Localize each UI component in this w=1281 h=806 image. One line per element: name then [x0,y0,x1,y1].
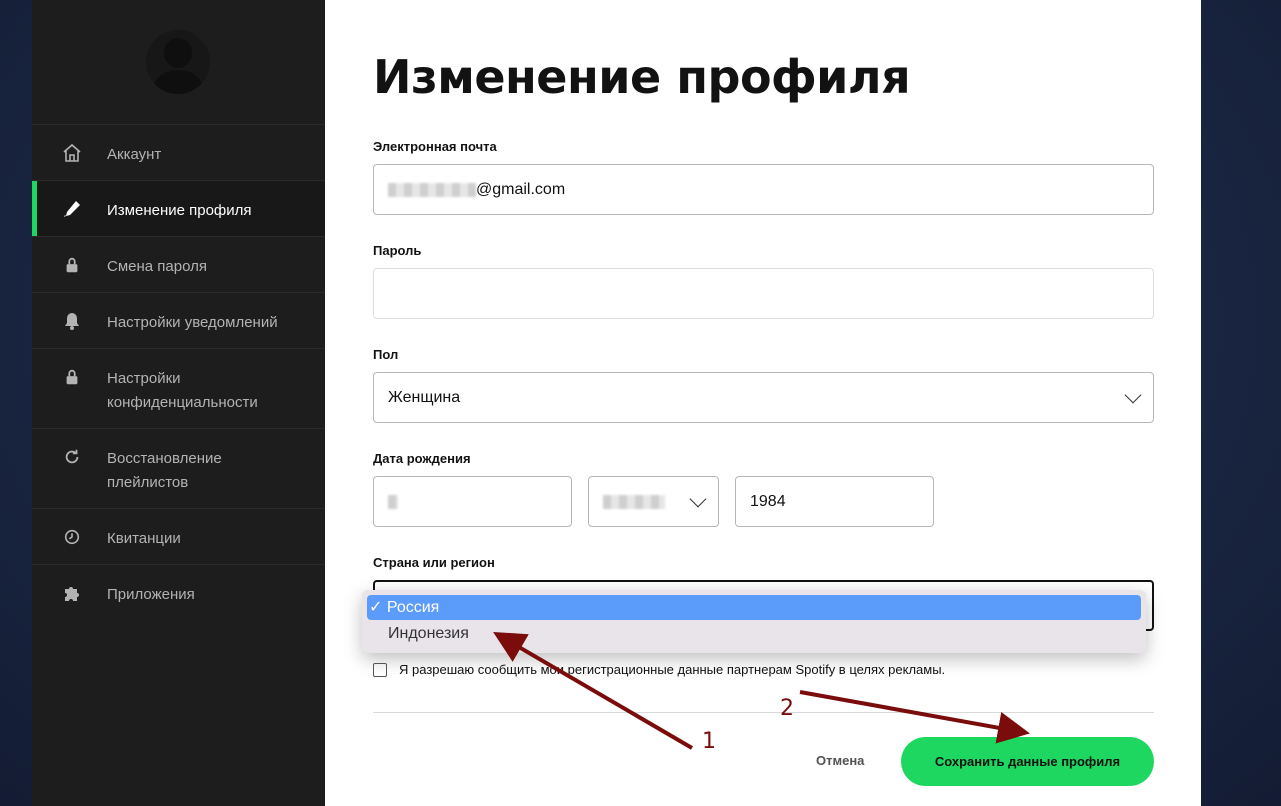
divider [373,712,1154,713]
consent-checkbox[interactable] [373,662,387,677]
email-label: Электронная почта [373,139,497,154]
sidebar-item-account[interactable]: Аккаунт [32,124,325,180]
email-value: @gmail.com [476,180,566,198]
birth-day-redacted [388,494,398,509]
birth-month-select[interactable] [588,476,719,527]
sidebar-item-apps[interactable]: Приложения [32,564,325,620]
option-label: Индонезия [388,625,469,642]
page-title: Изменение профиля [373,50,911,104]
sidebar-item-label: Аккаунт [107,146,162,163]
sidebar-item-edit-profile[interactable]: Изменение профиля [32,180,325,236]
refresh-icon [62,447,82,467]
birth-year-value: 1984 [750,492,786,510]
puzzle-icon [62,583,82,603]
cancel-button[interactable]: Отмена [816,753,864,768]
save-profile-button[interactable]: Сохранить данные профиля [901,737,1154,786]
avatar-head-shape [164,38,192,68]
gender-select[interactable]: Женщина [373,372,1154,423]
sidebar-item-label: Квитанции [107,530,181,547]
home-icon [62,143,82,163]
avatar[interactable] [146,30,210,94]
password-field[interactable] [373,268,1154,319]
pen-icon [62,199,82,219]
sidebar-item-notifications[interactable]: Настройки уведомлений [32,292,325,348]
sidebar: Аккаунт Изменение профиля Смена пароля Н… [32,0,325,806]
birthdate-label: Дата рождения [373,451,471,466]
consent-row: Я разрешаю сообщить мои регистрационные … [373,662,945,677]
country-option-russia[interactable]: ✓ Россия [367,595,1141,620]
password-label: Пароль [373,243,422,258]
clock-icon [62,527,82,547]
email-redacted [388,182,476,197]
sidebar-item-receipts[interactable]: Квитанции [32,508,325,564]
sidebar-item-label: Восстановление плейлистов [107,450,222,491]
sidebar-item-label: Настройки уведомлений [107,314,278,331]
check-icon: ✓ [369,599,387,616]
option-label: Россия [386,599,440,616]
sidebar-nav: Аккаунт Изменение профиля Смена пароля Н… [32,124,325,620]
edit-profile-panel: Изменение профиля Электронная почта @gma… [325,0,1201,806]
avatar-shoulders-shape [154,70,202,94]
birth-year-field[interactable]: 1984 [735,476,934,527]
consent-label: Я разрешаю сообщить мои регистрационные … [399,662,946,677]
email-field[interactable]: @gmail.com [373,164,1154,215]
country-label: Страна или регион [373,555,495,570]
chevron-down-icon [1124,386,1142,403]
sidebar-item-label: Смена пароля [107,258,207,275]
birth-day-field[interactable] [373,476,572,527]
birth-month-redacted [603,494,665,509]
bell-icon [62,311,82,331]
annotation-number-1: 1 [702,729,716,754]
gender-label: Пол [373,347,399,362]
chevron-down-icon [689,490,707,507]
sidebar-item-privacy[interactable]: Настройки конфиденциальности [32,348,325,428]
sidebar-item-label: Настройки конфиденциальности [107,370,258,411]
country-option-indonesia[interactable]: Индонезия [367,621,1141,646]
lock-icon [62,367,82,387]
lock-icon [62,255,82,275]
sidebar-item-change-password[interactable]: Смена пароля [32,236,325,292]
gender-value: Женщина [388,388,461,406]
annotation-number-2: 2 [780,696,794,721]
sidebar-item-restore-playlists[interactable]: Восстановление плейлистов [32,428,325,508]
country-dropdown: ✓ Россия Индонезия [362,590,1146,653]
sidebar-item-label: Приложения [107,586,195,603]
sidebar-item-label: Изменение профиля [107,202,252,219]
